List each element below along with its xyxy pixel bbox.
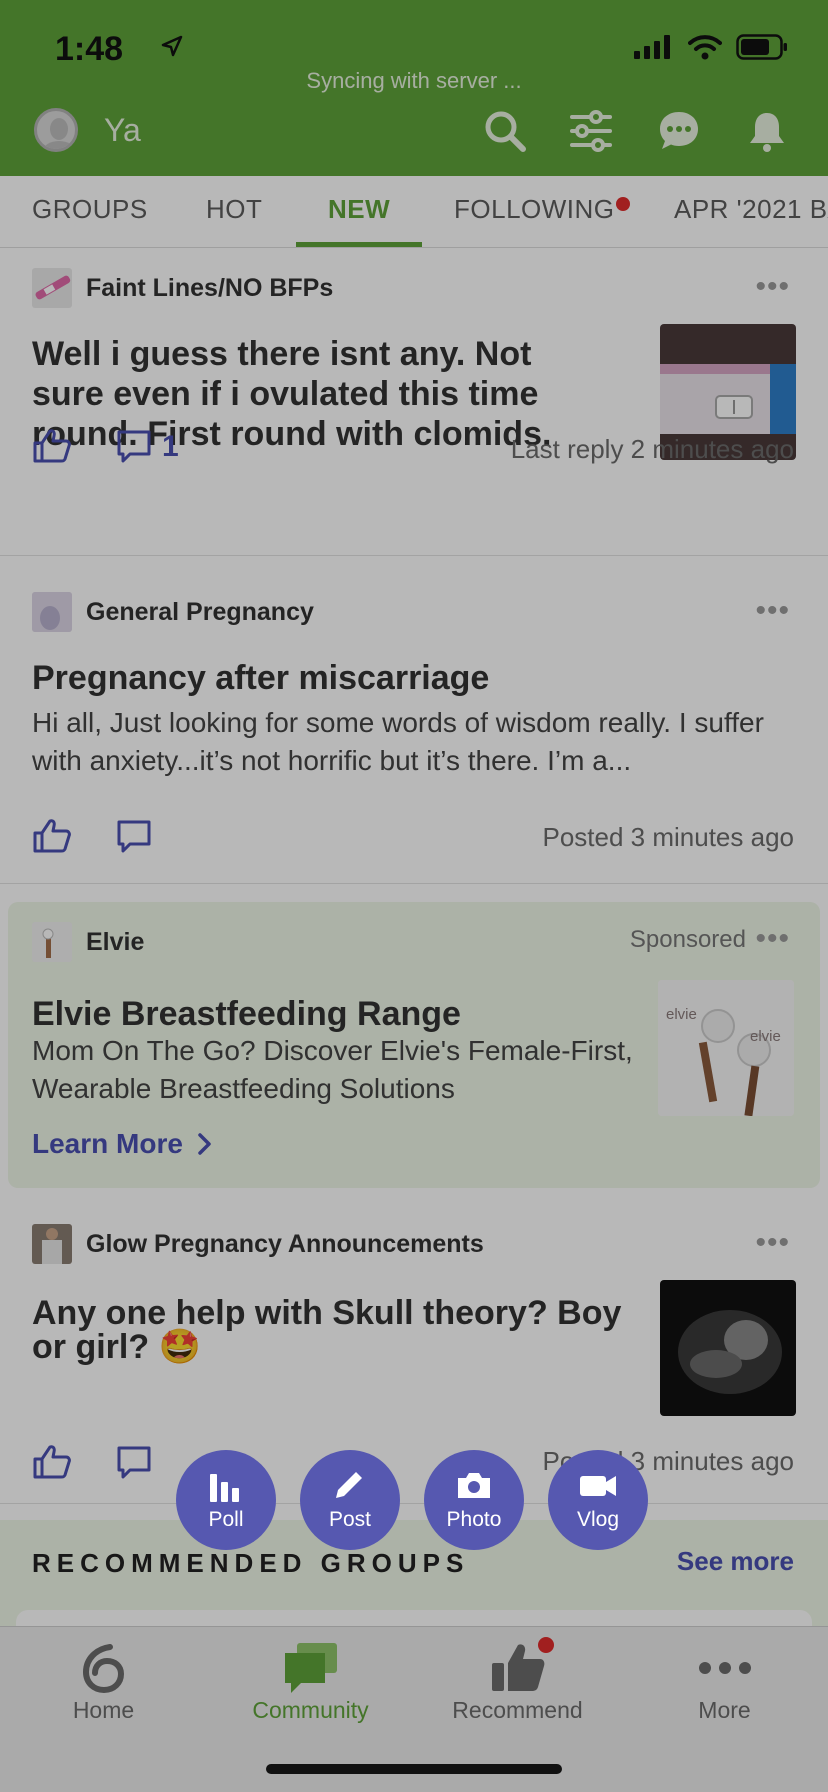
poll-chart-icon [210,1474,239,1502]
app-screen: 1:48 Syncing with server ... Ya GROUPS H… [0,0,828,1792]
camera-icon [458,1473,490,1498]
fab-label: Post [328,1508,372,1531]
vlog-button[interactable]: Vlog [548,1450,648,1550]
photo-button[interactable]: Photo [424,1450,524,1550]
fab-label: Photo [446,1508,502,1531]
fab-label: Vlog [576,1508,620,1531]
home-indicator[interactable] [266,1764,562,1774]
pencil-icon [336,1472,362,1498]
poll-button[interactable]: Poll [176,1450,276,1550]
video-camera-icon [580,1476,616,1496]
dim-overlay[interactable] [0,0,828,1792]
fab-label: Poll [208,1508,244,1531]
post-button[interactable]: Post [300,1450,400,1550]
